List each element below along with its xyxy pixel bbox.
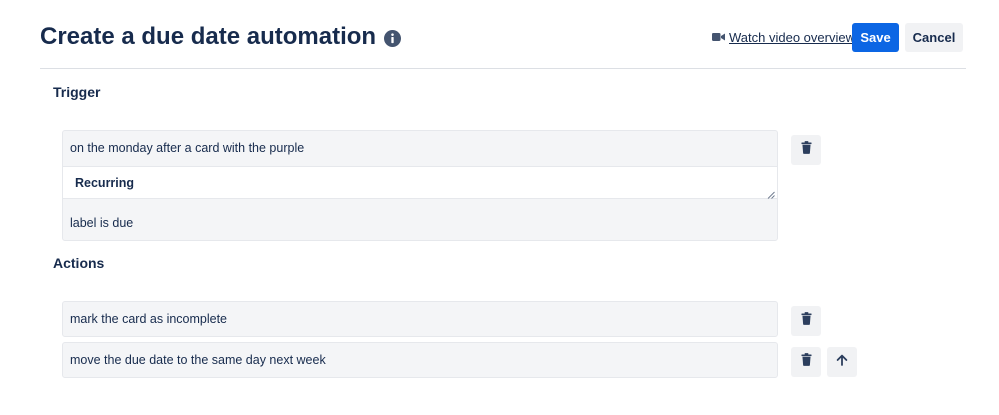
delete-trigger-button[interactable] <box>791 135 821 165</box>
resize-handle-icon[interactable] <box>767 188 775 199</box>
video-camera-icon <box>712 32 725 42</box>
delete-action-button[interactable] <box>791 306 821 336</box>
trigger-text-before: on the monday after a card with the purp… <box>70 141 305 155</box>
trigger-heading: Trigger <box>53 84 101 100</box>
trash-icon <box>800 312 812 330</box>
page-title: Create a due date automation <box>40 22 402 52</box>
recurring-select-value: Recurring <box>75 175 135 190</box>
recurring-select[interactable]: Recurring <box>63 166 777 199</box>
watch-video-link[interactable]: Watch video overview <box>712 29 855 45</box>
cancel-button[interactable]: Cancel <box>905 23 963 52</box>
delete-action-button[interactable] <box>791 347 821 377</box>
trash-icon <box>800 353 812 371</box>
action-row[interactable]: mark the card as incomplete <box>62 301 778 337</box>
header-divider <box>40 68 966 69</box>
move-action-up-button[interactable] <box>827 347 857 377</box>
action-text: mark the card as incomplete <box>70 312 228 326</box>
trigger-text-after: label is due <box>70 216 134 230</box>
action-text: move the due date to the same day next w… <box>70 353 326 367</box>
action-row[interactable]: move the due date to the same day next w… <box>62 342 778 378</box>
save-button[interactable]: Save <box>852 23 899 52</box>
trash-icon <box>800 141 812 159</box>
actions-heading: Actions <box>53 255 105 271</box>
watch-video-label: Watch video overview <box>729 29 855 45</box>
info-circle-icon[interactable] <box>384 29 402 47</box>
arrow-up-icon <box>836 353 848 371</box>
page-title-text: Create a due date automation <box>40 23 377 50</box>
